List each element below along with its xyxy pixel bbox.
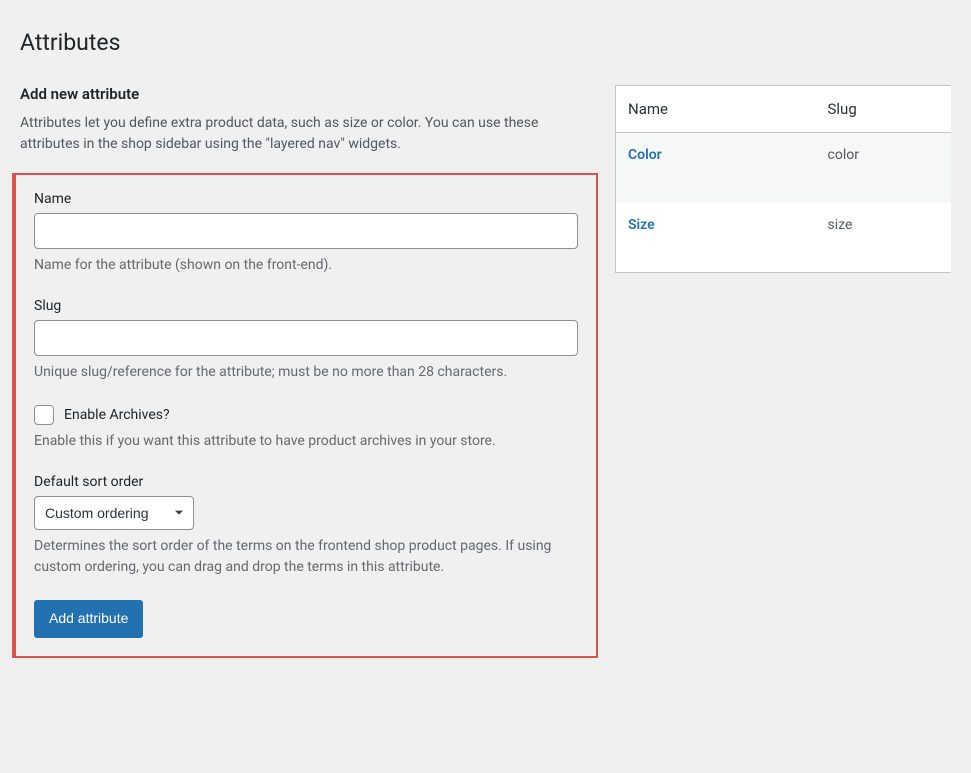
enable-archives-help: Enable this if you want this attribute t… [34, 431, 578, 452]
name-help: Name for the attribute (shown on the fro… [34, 255, 578, 276]
attribute-link-size[interactable]: Size [628, 217, 655, 233]
sort-order-select[interactable]: Custom ordering [34, 496, 194, 530]
attribute-slug: color [816, 133, 952, 203]
table-row: Color color [616, 133, 952, 203]
slug-input[interactable] [34, 320, 578, 356]
add-attribute-button[interactable]: Add attribute [34, 600, 143, 638]
table-header-slug: Slug [816, 86, 952, 133]
page-title: Attributes [20, 20, 951, 60]
enable-archives-label: Enable Archives? [64, 407, 170, 423]
table-header-name: Name [616, 86, 816, 133]
name-input[interactable] [34, 213, 578, 249]
slug-label: Slug [34, 298, 578, 314]
attribute-slug: size [816, 203, 952, 273]
slug-help: Unique slug/reference for the attribute;… [34, 362, 578, 383]
form-intro: Attributes let you define extra product … [20, 113, 590, 155]
attribute-link-color[interactable]: Color [628, 147, 662, 163]
form-heading: Add new attribute [20, 85, 590, 103]
table-row: Size size [616, 203, 952, 273]
sort-order-help: Determines the sort order of the terms o… [34, 536, 578, 578]
enable-archives-checkbox[interactable] [34, 405, 54, 425]
sort-order-label: Default sort order [34, 474, 578, 490]
name-label: Name [34, 191, 578, 207]
attributes-table: Name Slug Color color Size size [615, 85, 951, 273]
add-attribute-form: Name Name for the attribute (shown on th… [12, 173, 598, 658]
